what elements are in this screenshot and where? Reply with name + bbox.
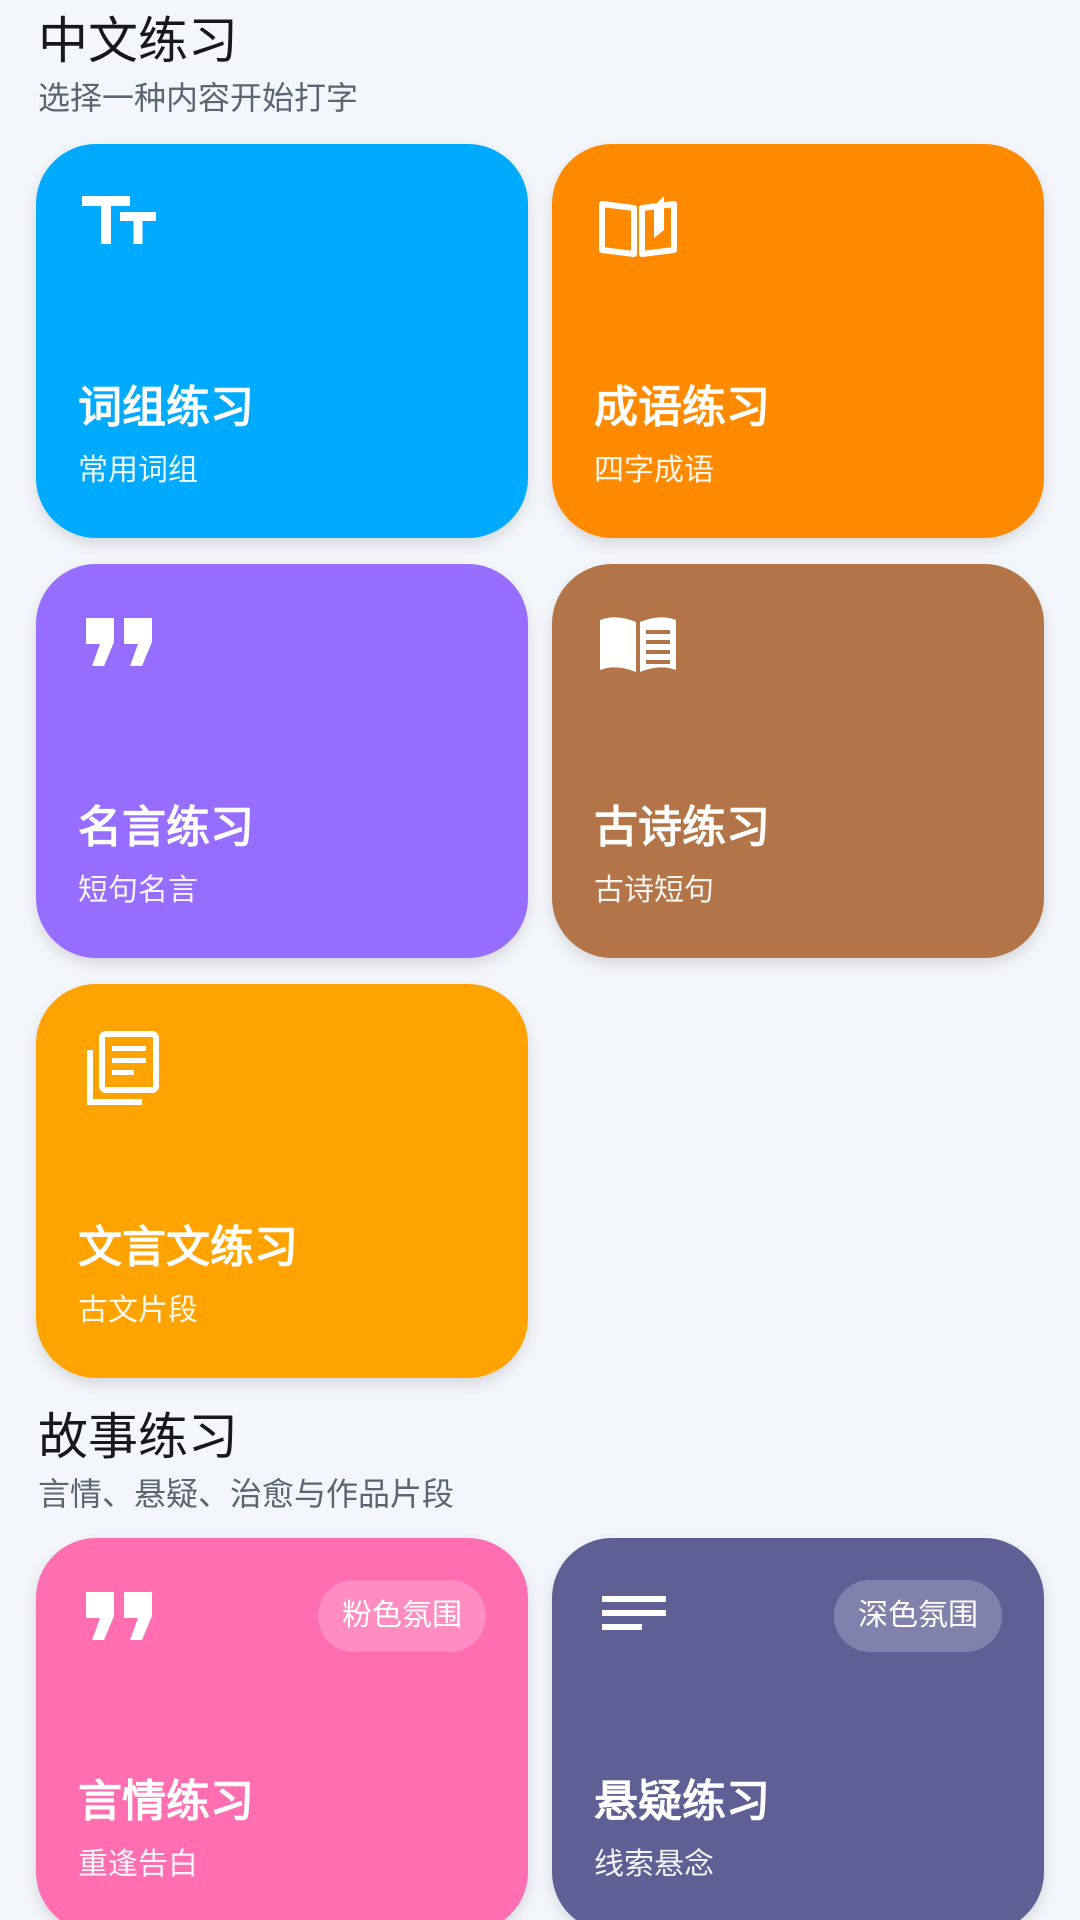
quote-icon bbox=[82, 1584, 162, 1664]
card-title: 文言文练习 bbox=[78, 1222, 298, 1273]
card-title: 言情练习 bbox=[78, 1776, 254, 1827]
quote-icon bbox=[82, 610, 162, 690]
card-title: 词组练习 bbox=[78, 382, 254, 433]
card-title: 成语练习 bbox=[594, 382, 770, 433]
article-stack-icon bbox=[82, 1030, 162, 1110]
reading-book-icon bbox=[598, 610, 678, 690]
card-subtitle: 四字成语 bbox=[594, 453, 714, 488]
story-section-subtitle: 言情、悬疑、治愈与作品片段 bbox=[38, 1475, 455, 1513]
card-subtitle: 常用词组 bbox=[78, 453, 198, 488]
card-subtitle: 重逢告白 bbox=[78, 1847, 198, 1882]
card-classical-practice[interactable]: 文言文练习 古文片段 bbox=[36, 984, 528, 1378]
card-romance-practice[interactable]: 粉色氛围 言情练习 重逢告白 bbox=[36, 1538, 528, 1920]
card-idiom-practice[interactable]: 成语练习 四字成语 bbox=[552, 144, 1044, 538]
story-section-title: 故事练习 bbox=[38, 1408, 238, 1466]
card-subtitle: 短句名言 bbox=[78, 873, 198, 908]
text-lines-icon bbox=[598, 1584, 678, 1664]
chinese-section-title: 中文练习 bbox=[38, 12, 238, 70]
mood-badge: 深色氛围 bbox=[834, 1580, 1002, 1652]
chinese-section-subtitle: 选择一种内容开始打字 bbox=[38, 79, 359, 117]
card-title: 名言练习 bbox=[78, 802, 254, 853]
card-title: 悬疑练习 bbox=[594, 1776, 770, 1827]
card-quote-practice[interactable]: 名言练习 短句名言 bbox=[36, 564, 528, 958]
card-subtitle: 古诗短句 bbox=[594, 873, 714, 908]
card-phrase-practice[interactable]: 词组练习 常用词组 bbox=[36, 144, 528, 538]
open-book-icon bbox=[598, 190, 678, 270]
card-poem-practice[interactable]: 古诗练习 古诗短句 bbox=[552, 564, 1044, 958]
practice-page: 中文练习 选择一种内容开始打字 词组练习 常用词组 成语练习 四字成语 名言练习… bbox=[0, 0, 1080, 1920]
text-size-icon bbox=[82, 190, 162, 270]
card-subtitle: 古文片段 bbox=[78, 1293, 198, 1328]
card-subtitle: 线索悬念 bbox=[594, 1847, 714, 1882]
card-mystery-practice[interactable]: 深色氛围 悬疑练习 线索悬念 bbox=[552, 1538, 1044, 1920]
card-title: 古诗练习 bbox=[594, 802, 770, 853]
mood-badge: 粉色氛围 bbox=[318, 1580, 486, 1652]
